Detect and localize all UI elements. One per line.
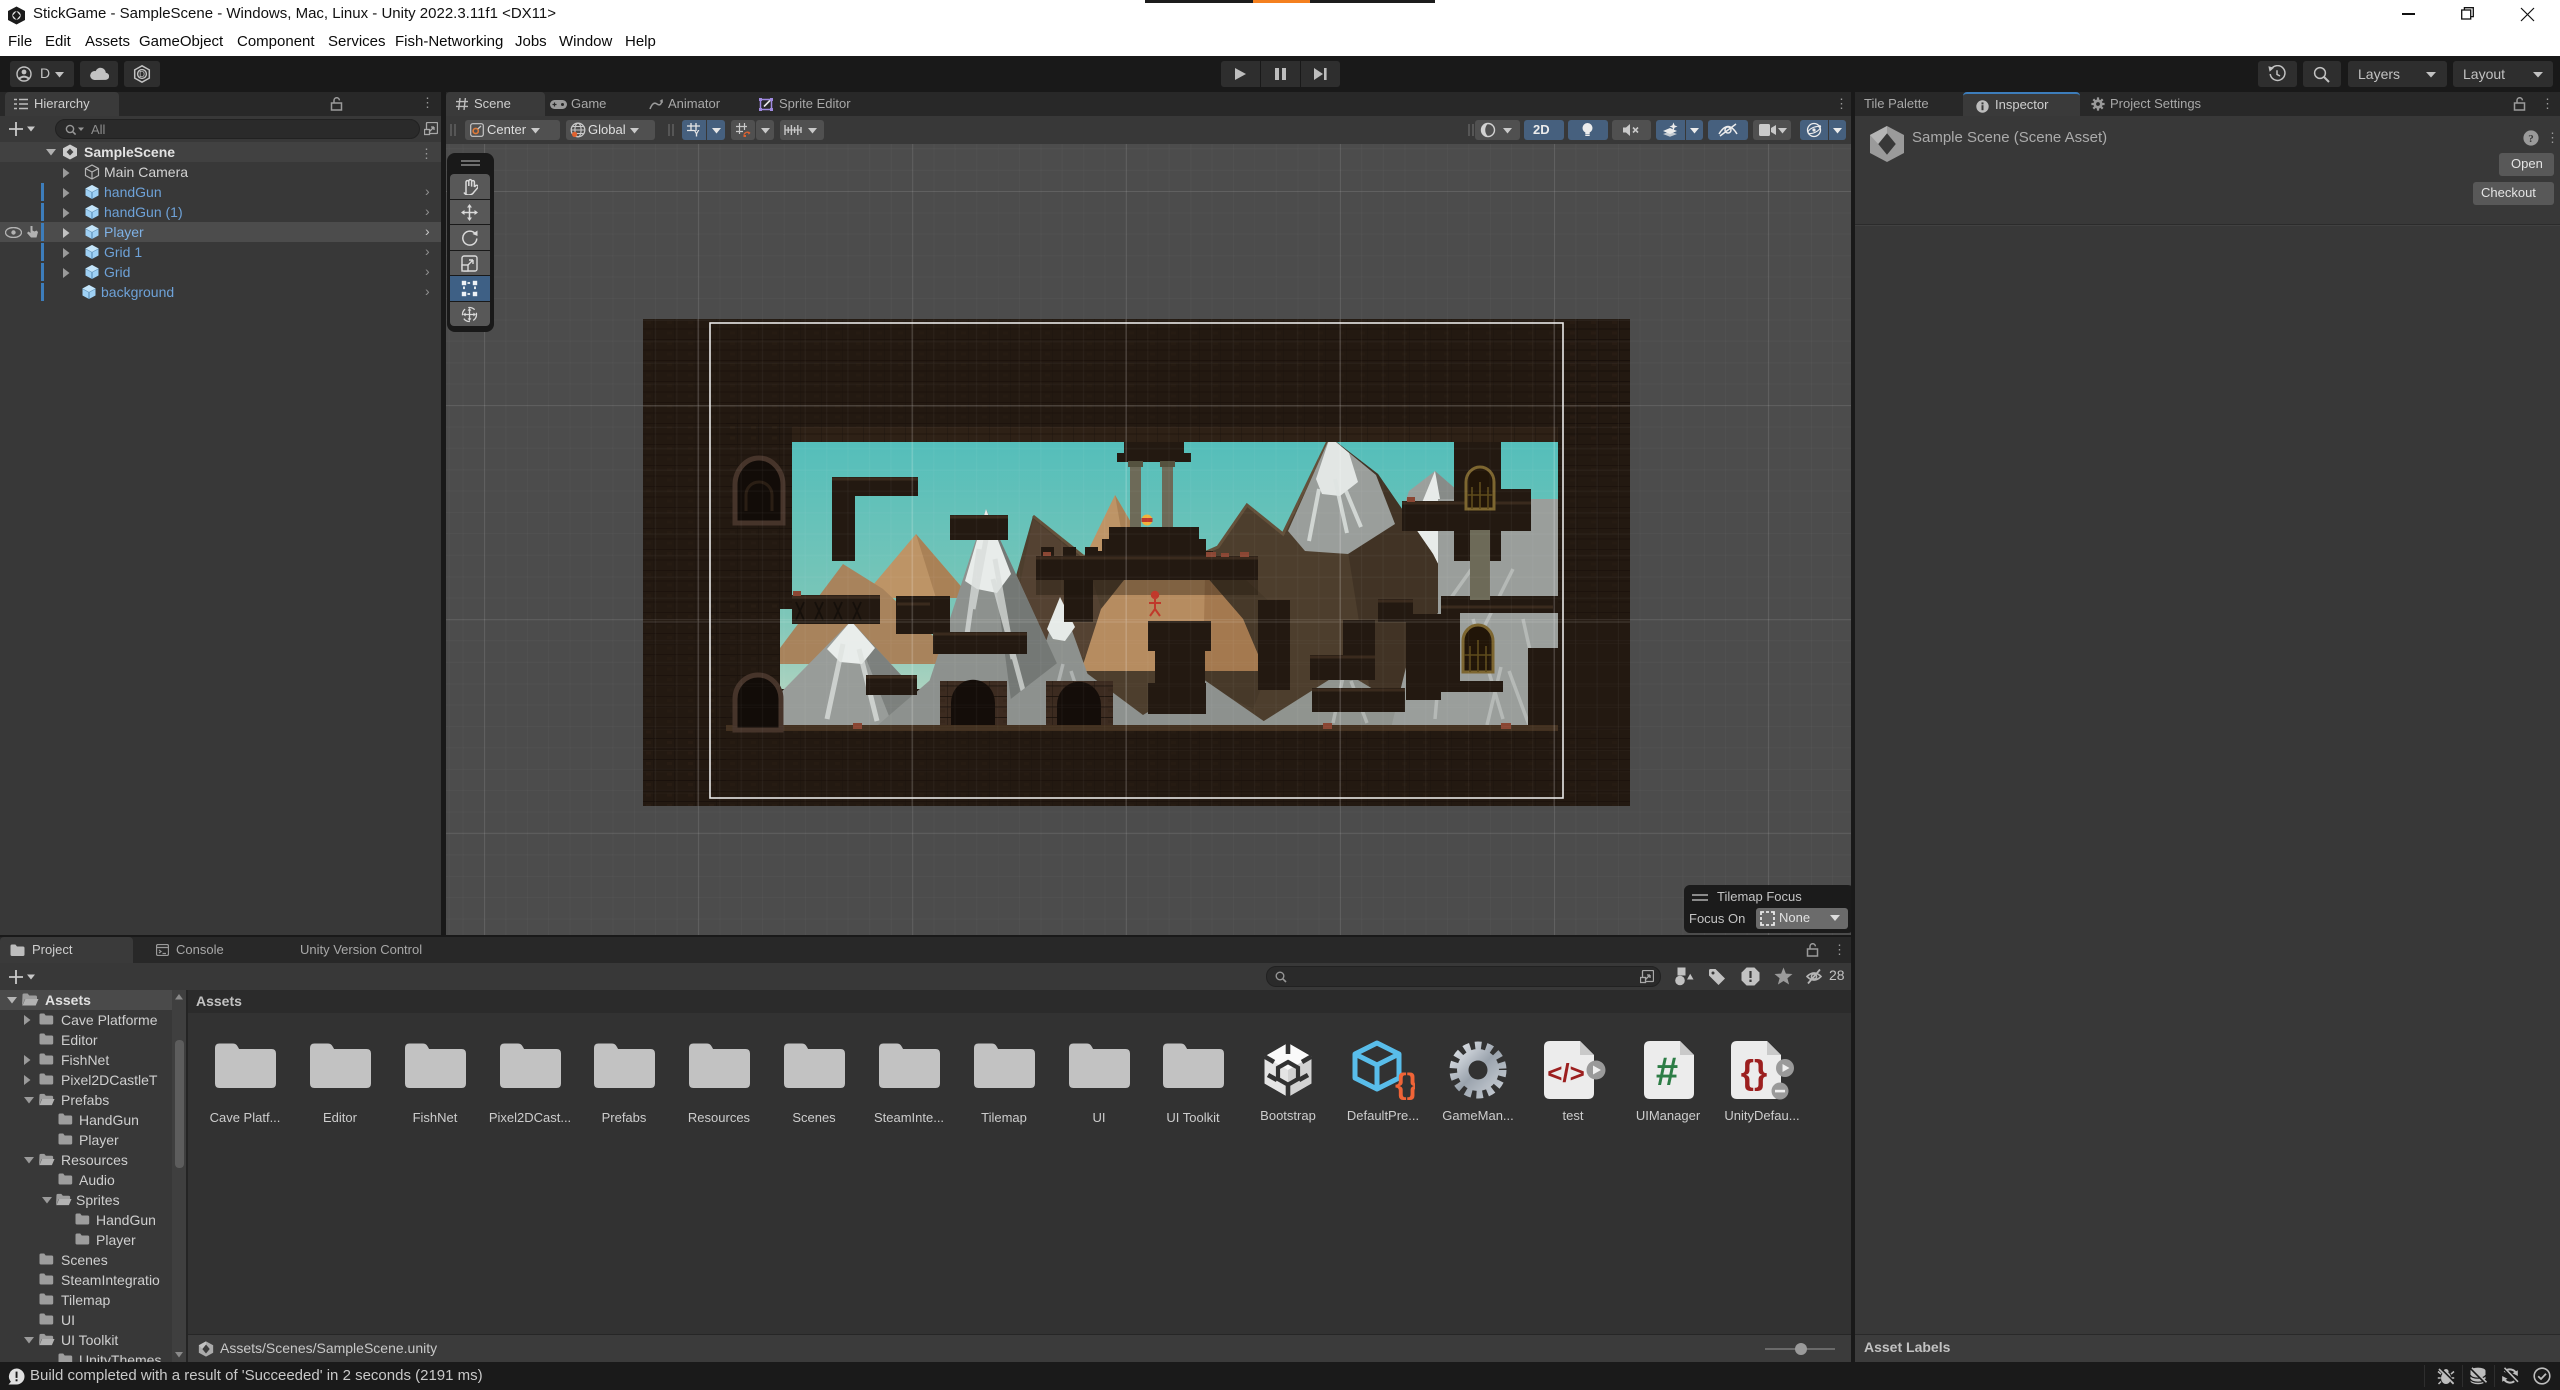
svg-text:D: D <box>139 70 145 79</box>
svg-text:?: ? <box>2528 133 2534 145</box>
svg-text:</>: </> <box>1547 1058 1585 1088</box>
svg-text:{}: {} <box>1741 1054 1767 1092</box>
svg-text:Y: Y <box>693 129 699 139</box>
svg-text:{}: {} <box>1395 1068 1415 1100</box>
svg-text:#: # <box>1656 1050 1678 1094</box>
